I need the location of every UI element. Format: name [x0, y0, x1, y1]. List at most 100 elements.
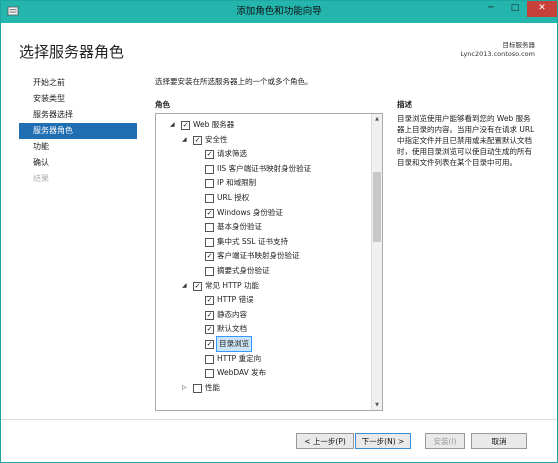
role-checkbox[interactable]: ✓	[205, 310, 214, 320]
nav-item-results: 结果	[33, 174, 49, 183]
role-label: HTTP 重定向	[217, 353, 262, 363]
expand-toggle-icon	[194, 293, 202, 307]
install-button: 安装(I)	[425, 433, 465, 449]
expand-toggle-icon	[194, 220, 202, 234]
close-button[interactable]: ✕	[527, 1, 557, 17]
window-title: 添加角色和功能向导	[236, 6, 322, 17]
role-label: 安全性	[205, 134, 228, 144]
tree-row[interactable]: ✓ 请求筛选	[156, 147, 370, 161]
role-label: HTTP 错误	[217, 295, 254, 305]
tree-row[interactable]: 摘要式身份验证	[156, 264, 370, 278]
expand-toggle-icon	[194, 308, 202, 322]
role-checkbox[interactable]: ✓	[205, 150, 214, 160]
expand-toggle-icon	[194, 206, 202, 220]
role-checkbox[interactable]	[193, 383, 202, 393]
intro-text: 选择要安装在所选服务器上的一个或多个角色。	[155, 77, 313, 86]
description-header: 描述	[397, 100, 412, 109]
nav-item-server-roles[interactable]: 服务器角色	[19, 123, 137, 139]
tree-row[interactable]: ◢ ✓ Web 服务器	[156, 118, 370, 132]
tree-row[interactable]: ▷ 性能	[156, 381, 370, 395]
tree-row[interactable]: URL 授权	[156, 191, 370, 205]
tree-row[interactable]: IIS 客户端证书映射身份验证	[156, 162, 370, 176]
expand-toggle-icon	[194, 191, 202, 205]
tree-row[interactable]: ✓ HTTP 错误	[156, 293, 370, 307]
role-label: 摘要式身份验证	[217, 266, 270, 275]
role-checkbox[interactable]	[205, 179, 214, 189]
expand-toggle-icon	[194, 147, 202, 161]
nav-item-features[interactable]: 功能	[19, 139, 137, 155]
tree-row[interactable]: ✓ Windows 身份验证	[156, 206, 370, 220]
tree-row[interactable]: WebDAV 发布	[156, 366, 370, 380]
role-checkbox[interactable]	[205, 164, 214, 174]
nav-item-server-selection[interactable]: 服务器选择	[19, 107, 137, 123]
role-label: 集中式 SSL 证书支持	[217, 236, 288, 246]
role-checkbox[interactable]: ✓	[205, 208, 214, 218]
expand-toggle-icon	[194, 235, 202, 249]
expand-toggle-icon	[194, 176, 202, 190]
role-label: Web 服务器	[193, 120, 235, 129]
tree-row[interactable]: ◢ ✓ 常见 HTTP 功能	[156, 279, 370, 293]
expand-toggle-icon[interactable]: ◢	[170, 118, 178, 132]
tree-row[interactable]: ◢ ✓ 安全性	[156, 133, 370, 147]
role-description: 目录浏览使用户能够看到您的 Web 服务器上目录的内容。当用户没有在请求 URL…	[397, 114, 535, 167]
tree-scrollbar[interactable]: ▲ ▼	[371, 114, 382, 410]
roles-header: 角色	[155, 100, 170, 109]
tree-row[interactable]: ✓ 客户端证书映射身份验证	[156, 249, 370, 263]
maximize-button[interactable]: □	[503, 1, 527, 17]
role-checkbox[interactable]	[205, 267, 214, 276]
tree-row[interactable]: ✓ 静态内容	[156, 308, 370, 322]
title-bar[interactable]: 添加角色和功能向导 ─ □ ✕	[1, 1, 557, 23]
role-label: IP 和域限制	[217, 178, 257, 188]
footer-divider	[1, 419, 557, 420]
role-checkbox[interactable]: ✓	[205, 296, 214, 306]
scrollbar-thumb[interactable]	[373, 172, 381, 242]
page-title: 选择服务器角色	[19, 43, 125, 61]
scroll-down-arrow-icon[interactable]: ▼	[372, 400, 382, 410]
expand-toggle-icon[interactable]: ◢	[182, 133, 190, 147]
target-server-name: Lync2013.contoso.com	[460, 50, 535, 58]
wizard-window: 添加角色和功能向导 ─ □ ✕ 选择服务器角色 目标服务器 Lync2013.c…	[0, 0, 558, 463]
next-button[interactable]: 下一步(N) >	[355, 433, 411, 449]
nav-item-installation-type[interactable]: 安装类型	[19, 91, 137, 107]
expand-toggle-icon	[194, 322, 202, 336]
wizard-steps-nav: 开始之前 安装类型 服务器选择 服务器角色 功能 确认 结果	[19, 75, 137, 187]
cancel-button[interactable]: 取消	[471, 433, 527, 449]
minimize-button[interactable]: ─	[479, 1, 503, 17]
role-checkbox[interactable]	[205, 369, 214, 379]
expand-toggle-icon	[194, 337, 202, 351]
role-label: IIS 客户端证书映射身份验证	[217, 163, 312, 173]
previous-button[interactable]: < 上一步(P)	[296, 433, 354, 449]
role-checkbox[interactable]: ✓	[193, 281, 202, 291]
tree-row[interactable]: ✓ 目录浏览	[156, 336, 370, 352]
role-checkbox[interactable]	[205, 237, 214, 247]
role-label: 目录浏览	[216, 336, 252, 352]
nav-item-confirmation[interactable]: 确认	[19, 155, 137, 171]
expand-toggle-icon[interactable]: ▷	[182, 381, 190, 395]
role-label: 性能	[205, 382, 220, 392]
tree-row[interactable]: 集中式 SSL 证书支持	[156, 235, 370, 249]
scroll-up-arrow-icon[interactable]: ▲	[372, 114, 382, 124]
role-checkbox[interactable]: ✓	[181, 121, 190, 130]
role-checkbox[interactable]	[205, 194, 214, 203]
target-server-label: 目标服务器	[502, 41, 536, 49]
nav-item-before-you-begin[interactable]: 开始之前	[19, 75, 137, 91]
tree-row[interactable]: HTTP 重定向	[156, 352, 370, 366]
expand-toggle-icon	[194, 352, 202, 366]
role-label: 默认文档	[217, 324, 247, 334]
tree-row[interactable]: ✓ 默认文档	[156, 322, 370, 336]
role-checkbox[interactable]: ✓	[205, 340, 214, 349]
role-checkbox[interactable]: ✓	[205, 325, 214, 335]
tree-row[interactable]: IP 和域限制	[156, 176, 370, 190]
role-label: WebDAV 发布	[217, 368, 267, 378]
role-checkbox[interactable]: ✓	[193, 135, 202, 145]
role-label: URL 授权	[217, 193, 250, 202]
expand-toggle-icon	[194, 162, 202, 176]
expand-toggle-icon[interactable]: ◢	[182, 279, 190, 293]
tree-row[interactable]: 基本身份验证	[156, 220, 370, 234]
role-checkbox[interactable]	[205, 354, 214, 364]
roles-tree[interactable]: ▷ 性能 WebDAV 发布 HTTP 重定向 ✓ 目录浏览 ✓ 默认文档 ✓ 静态内容 ✓ HTTP…	[155, 113, 383, 411]
role-checkbox[interactable]	[205, 223, 214, 233]
role-checkbox[interactable]: ✓	[205, 252, 214, 262]
target-server-info: 目标服务器 Lync2013.contoso.com	[460, 41, 535, 59]
role-label: 常见 HTTP 功能	[205, 280, 259, 290]
